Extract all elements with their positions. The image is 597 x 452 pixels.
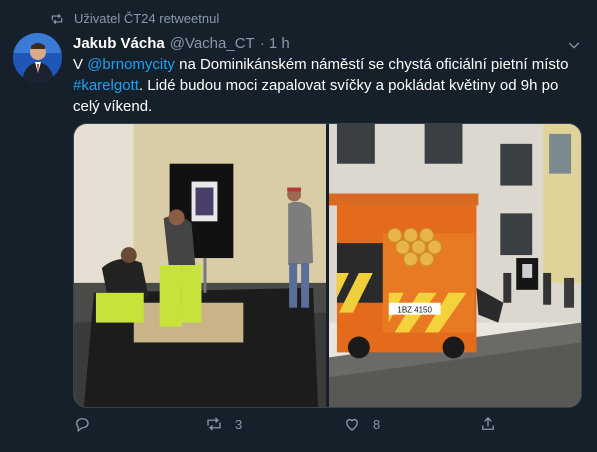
tweet-media[interactable]: 1BZ 4150 xyxy=(73,123,582,408)
retweet-count: 3 xyxy=(235,416,243,432)
chevron-down-icon[interactable] xyxy=(566,37,582,53)
retweet-action-icon xyxy=(207,417,221,431)
author-name[interactable]: Jakub Vácha xyxy=(73,35,165,52)
hashtag-link[interactable]: #karelgott xyxy=(73,77,139,94)
reply-icon xyxy=(76,418,89,433)
heart-icon xyxy=(346,418,358,431)
retweet-button[interactable]: 3 xyxy=(205,415,242,433)
mention-link[interactable]: @brnomycity xyxy=(87,56,175,73)
photo-van[interactable]: 1BZ 4150 xyxy=(329,124,581,407)
avatar[interactable] xyxy=(13,33,62,82)
share-icon xyxy=(482,417,494,430)
retweet-label: Uživatel ČT24 retweetnul xyxy=(74,11,220,26)
text-prefix: V xyxy=(73,56,88,73)
text-suffix: . Lidé budou moci zapalovat svíčky a pok… xyxy=(73,77,559,115)
tweet-time[interactable]: · 1 h xyxy=(260,35,290,52)
retweet-context[interactable]: Uživatel ČT24 retweetnul xyxy=(50,11,219,26)
share-button[interactable] xyxy=(479,415,497,433)
text-middle: na Dominikánském náměstí se chystá ofici… xyxy=(174,56,569,73)
photo-memorial-setup[interactable] xyxy=(74,124,326,407)
author-handle[interactable]: @Vacha_CT xyxy=(170,35,255,52)
like-button[interactable]: 8 xyxy=(343,415,380,433)
van-license-plate: 1BZ 4150 xyxy=(397,306,432,315)
like-count: 8 xyxy=(373,416,381,432)
tweet-header: Jakub Vácha @Vacha_CT · 1 h xyxy=(73,35,290,52)
tweet-text: V @brnomycity na Dominikánském náměstí s… xyxy=(73,54,588,117)
retweet-icon xyxy=(51,13,63,24)
reply-button[interactable] xyxy=(73,415,103,433)
